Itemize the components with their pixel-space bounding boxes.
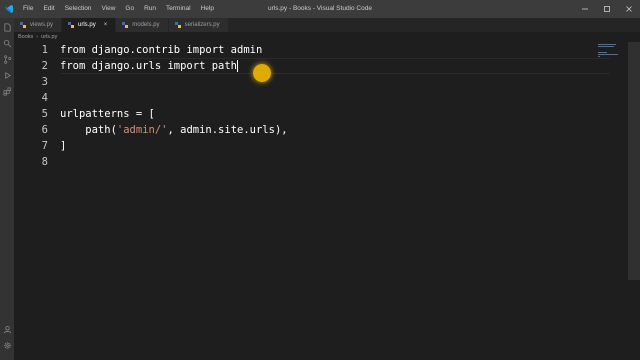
menu-selection[interactable]: Selection xyxy=(60,0,97,18)
line-number: 4 xyxy=(41,92,48,104)
minimap[interactable] xyxy=(596,42,626,72)
python-file-icon xyxy=(122,22,129,28)
menu-bar: File Edit Selection View Go Run Terminal… xyxy=(18,0,219,18)
breadcrumb-folder[interactable]: Books xyxy=(18,34,33,40)
menu-view[interactable]: View xyxy=(96,0,120,18)
menu-file[interactable]: File xyxy=(18,0,38,18)
tab-label: views.py xyxy=(30,22,54,28)
editor-tab-bar: views.py urls.py × models.py serializers… xyxy=(14,18,640,32)
close-tab-icon[interactable]: × xyxy=(104,22,108,28)
code-line: 2 from django.urls import path xyxy=(14,58,239,74)
tab-views-py[interactable]: views.py xyxy=(14,18,63,32)
line-number: 3 xyxy=(41,76,48,88)
line-number: 8 xyxy=(41,156,48,168)
code-line: 8 xyxy=(14,154,60,170)
text-cursor xyxy=(237,60,239,72)
python-file-icon xyxy=(174,22,181,28)
breadcrumb: Books › urls.py xyxy=(14,32,57,42)
menu-go[interactable]: Go xyxy=(120,0,139,18)
python-file-icon xyxy=(20,22,26,28)
search-icon[interactable] xyxy=(2,38,12,48)
breadcrumb-file[interactable]: urls.py xyxy=(41,34,57,40)
code-text: from django.contrib import admin xyxy=(60,44,263,56)
code-line: 7 ] xyxy=(14,138,67,154)
window-controls xyxy=(574,0,640,18)
run-debug-icon[interactable] xyxy=(2,70,12,80)
code-editor[interactable]: 1 from django.contrib import admin 2 fro… xyxy=(14,42,610,360)
code-line: 5 urlpatterns = [ xyxy=(14,106,155,122)
string-literal: 'admin/' xyxy=(116,124,168,136)
code-text: , admin.site.urls), xyxy=(167,124,288,136)
python-file-icon xyxy=(68,22,75,28)
scrollbar-thumb[interactable] xyxy=(628,42,640,280)
source-control-icon[interactable] xyxy=(2,54,12,64)
code-line: 1 from django.contrib import admin xyxy=(14,42,263,58)
line-number: 6 xyxy=(41,124,48,136)
code-line: 3 xyxy=(14,74,60,90)
minimap-line xyxy=(598,44,616,45)
line-number: 5 xyxy=(41,108,48,120)
maximize-button[interactable] xyxy=(596,0,618,18)
menu-run[interactable]: Run xyxy=(139,0,161,18)
tab-label: models.py xyxy=(132,22,160,28)
account-icon[interactable] xyxy=(2,324,12,334)
code-text: urlpatterns = [ xyxy=(60,108,155,120)
close-window-button[interactable] xyxy=(618,0,640,18)
vscode-logo-icon xyxy=(0,0,18,18)
minimap-line xyxy=(598,54,618,55)
code-text: from django.urls import path xyxy=(60,60,238,72)
minimap-line xyxy=(598,56,600,57)
code-line: 4 xyxy=(14,90,60,106)
menu-edit[interactable]: Edit xyxy=(38,0,59,18)
code-line: 6 path('admin/', admin.site.urls), xyxy=(14,122,288,138)
code-text: path( xyxy=(60,124,117,136)
minimize-button[interactable] xyxy=(574,0,596,18)
menu-help[interactable]: Help xyxy=(196,0,219,18)
chevron-right-icon: › xyxy=(36,34,39,40)
line-number: 2 xyxy=(41,60,48,72)
extensions-icon[interactable] xyxy=(2,86,12,96)
files-icon[interactable] xyxy=(2,22,12,32)
title-bar: File Edit Selection View Go Run Terminal… xyxy=(0,0,640,18)
vertical-scrollbar[interactable] xyxy=(626,42,640,360)
menu-terminal[interactable]: Terminal xyxy=(161,0,196,18)
tab-serializers-py[interactable]: serializers.py xyxy=(168,18,229,32)
minimap-line xyxy=(598,52,607,53)
tab-label: serializers.py xyxy=(184,22,220,28)
settings-gear-icon[interactable] xyxy=(2,340,12,350)
mouse-cursor-highlight xyxy=(253,64,271,82)
minimap-line xyxy=(598,46,614,47)
tab-models-py[interactable]: models.py xyxy=(116,18,169,32)
code-text: ] xyxy=(60,140,67,152)
line-number: 7 xyxy=(41,140,48,152)
tab-label: urls.py xyxy=(78,22,96,28)
activity-bar xyxy=(0,18,14,360)
line-number: 1 xyxy=(41,44,48,56)
tab-urls-py[interactable]: urls.py × xyxy=(62,18,117,32)
